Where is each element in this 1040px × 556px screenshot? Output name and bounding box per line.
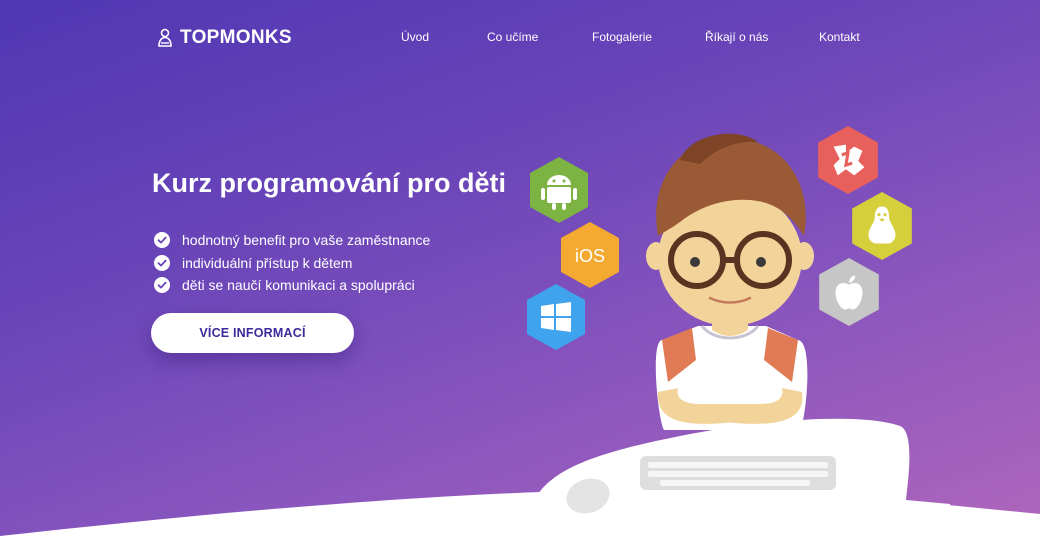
nav-item-rikaji-o-nas[interactable]: Říkají o nás	[705, 30, 768, 44]
child-programmer-illustration	[530, 133, 950, 556]
main-nav: Úvod Co učíme Fotogalerie Říkají o nás K…	[0, 30, 1040, 46]
page-title: Kurz programování pro děti	[152, 168, 507, 198]
check-icon	[154, 254, 170, 271]
benefit-text: individuální přístup k dětem	[182, 254, 353, 271]
check-icon	[154, 232, 170, 249]
nav-item-uvod[interactable]: Úvod	[401, 30, 429, 44]
nav-item-fotogalerie[interactable]: Fotogalerie	[592, 30, 652, 44]
android-icon	[527, 155, 591, 225]
benefit-text: hodnotný benefit pro vaše zaměstnance	[182, 232, 431, 249]
windows-icon	[524, 282, 588, 352]
list-item: individuální přístup k dětem	[154, 252, 430, 275]
nav-item-kontakt[interactable]: Kontakt	[819, 30, 860, 44]
nav-item-co-ucime[interactable]: Co učíme	[487, 30, 538, 44]
check-icon	[154, 277, 170, 294]
ios-icon: iOS	[558, 220, 622, 290]
scratch-icon	[815, 124, 881, 196]
benefit-list: hodnotný benefit pro vaše zaměstnance in…	[154, 229, 430, 297]
apple-icon	[816, 256, 882, 328]
benefit-text: děti se naučí komunikaci a spolupráci	[182, 277, 415, 294]
more-info-button[interactable]: VÍCE INFORMACÍ	[151, 313, 354, 353]
list-item: děti se naučí komunikaci a spolupráci	[154, 274, 430, 297]
linux-icon	[849, 190, 915, 262]
list-item: hodnotný benefit pro vaše zaměstnance	[154, 229, 430, 252]
svg-text:iOS: iOS	[575, 246, 605, 266]
